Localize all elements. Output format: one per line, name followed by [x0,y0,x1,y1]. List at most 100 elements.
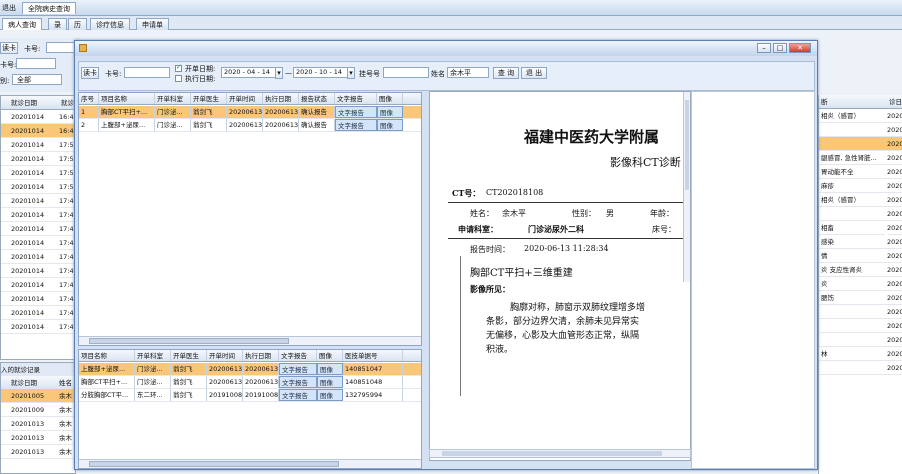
text-report-link[interactable]: 文字报告 [335,119,377,131]
exam-grid-col-header[interactable]: 文字报告 [335,93,377,104]
bg-visit-row[interactable]: 20201014 17:5 [1,152,75,166]
window-title-bar[interactable]: – □ ✕ [75,41,817,56]
image-link[interactable]: 图像 [377,106,403,118]
exam-grid-row[interactable]: 1 胸部CT平扫+... 门诊泌... 翁剑飞 20200613 20200613 确认报告… [79,106,421,119]
bg-visit-row[interactable]: 20201014 17:4 [1,250,75,264]
date-to-dropdown-icon[interactable]: ▾ [347,67,355,79]
text-report-link[interactable]: 文字报告 [279,389,317,401]
exit-menu-item[interactable]: 退出 [2,3,16,13]
exam-grid-scroll-thumb[interactable] [89,338,289,344]
bg-diag-row[interactable]: 麻疹 2020 [819,179,902,193]
bg-diag-row[interactable]: 2020 [819,305,902,319]
exam-grid-col-header[interactable]: 报告状态 [299,93,335,104]
tab-application-form[interactable]: 申请单 [136,18,169,30]
bg-diag-row[interactable]: 炎 支应性肾炎 2020 [819,263,902,277]
bg-visit-row[interactable]: 20201014 17:5 [1,166,75,180]
bg-diag-row[interactable]: 腮饬 2020 [819,291,902,305]
maximize-icon[interactable]: □ [773,43,787,53]
history-grid-row[interactable]: 分肢胸部CT平... 东二环... 翁剑飞 20191008 20191008 文字报告图… [79,389,421,402]
history-grid-scroll-thumb[interactable] [89,461,339,467]
image-link[interactable]: 图像 [317,363,343,375]
bg-diag-row[interactable]: 龈感冒, 急性肾脏... 2020 [819,151,902,165]
history-grid-col-header[interactable]: 开单时间 [207,350,243,361]
bg-diag-row[interactable]: 2020 [819,123,902,137]
reg-no-input[interactable] [383,67,429,78]
history-grid-col-header[interactable]: 开单医生 [171,350,207,361]
report-hscrollbar[interactable] [429,449,691,458]
image-link[interactable]: 图像 [317,389,343,401]
start-date-checkbox[interactable] [175,63,182,72]
minimize-icon[interactable]: – [757,43,771,53]
bg-visit-row[interactable]: 20201014 17:4 [1,236,75,250]
bg-visit-row[interactable]: 20201014 16:4 [1,110,75,124]
date-from-input[interactable]: 2020 - 04 - 14 [221,67,281,78]
bg-visit-row[interactable]: 20201014 17:4 [1,320,75,334]
bg-diag-row[interactable]: 相炎（感冒） 2020 [819,109,902,123]
query-button[interactable]: 查 询 [493,67,519,79]
history-grid-col-header[interactable]: 图像 [317,350,343,361]
image-link[interactable]: 图像 [317,376,343,388]
read-card-button[interactable]: 读卡 [81,67,99,79]
bg-list2-row[interactable]: 20201013 余木 [1,445,75,459]
bg-diag-row[interactable]: 2020 [819,333,902,347]
name-input[interactable]: 余木平 [447,67,489,78]
exam-grid-col-header[interactable]: 项目名称 [99,93,155,104]
exam-grid-col-header[interactable]: 序号 [79,93,99,104]
history-grid-col-header[interactable]: 项目名称 [79,350,135,361]
bg-list2-row[interactable]: 20201009 余木 [1,403,75,417]
bg-visit-row[interactable]: 20201014 17:4 [1,194,75,208]
bg-read-card-button[interactable]: 读卡 [0,42,18,54]
exec-date-checkbox[interactable] [175,75,182,82]
bg-diag-row[interactable]: 2020 [819,319,902,333]
tab-hospital-history-query[interactable]: 全院病史查询 [22,2,76,14]
tab-patient-query[interactable]: 病人查询 [2,18,42,30]
bg-visit-row[interactable]: 20201014 17:4 [1,264,75,278]
bg-visit-row[interactable]: 20201014 17:4 [1,208,75,222]
image-link[interactable]: 图像 [377,119,403,131]
exam-grid-col-header[interactable]: 图像 [377,93,403,104]
bg-list2-row[interactable]: 20201013 余木 [1,417,75,431]
chevron-right-icon[interactable]: › [870,215,900,255]
history-grid-col-header[interactable]: 开单科室 [135,350,171,361]
history-grid-hscrollbar[interactable] [79,459,421,468]
history-grid-col-header[interactable]: 执行日期 [243,350,279,361]
text-report-link[interactable]: 文字报告 [279,363,317,375]
bg-visit-row[interactable]: 20201014 17:4 [1,278,75,292]
history-grid-row[interactable]: 胸部CT平扫+... 门诊泌... 翁剑飞 20200613 20200613 文字报告图… [79,376,421,389]
history-grid-col-header[interactable]: 文字报告 [279,350,317,361]
report-hscroll-thumb[interactable] [442,451,662,456]
bg-all-select[interactable]: 全部 [12,74,62,85]
bg-visit-row[interactable]: 20201014 16:4 [1,124,75,138]
text-report-link[interactable]: 文字报告 [335,106,377,118]
bg-visit-row[interactable]: 20201014 17:5 [1,138,75,152]
bg-list2-row[interactable]: 20201013 余木 [1,431,75,445]
date-from-dropdown-icon[interactable]: ▾ [275,67,283,79]
exam-grid-col-header[interactable]: 执行日期 [263,93,299,104]
bg-diag-row[interactable]: 炎 2020 [819,277,902,291]
bg-visit-row[interactable]: 20201014 17:5 [1,180,75,194]
bg-diag-row[interactable]: 相炎（感冒） 2020 [819,193,902,207]
history-grid-row[interactable]: 上腹部+泌尿... 门诊泌... 翁剑飞 20200613 20200613 文字报告 图像… [79,363,421,376]
bg-diag-row[interactable]: 2020 [819,137,902,151]
bg-card-no-input[interactable] [46,42,76,53]
exam-grid-col-header[interactable]: 开单科室 [155,93,191,104]
bg-diag-row[interactable]: 林 2020 [819,347,902,361]
bg-visit-row[interactable]: 20201014 17:4 [1,292,75,306]
tab-history[interactable]: 历 [68,18,87,30]
tab-record[interactable]: 录 [48,18,67,30]
exam-grid-hscrollbar[interactable] [79,336,421,345]
tab-treatment-info[interactable]: 诊疗信息 [90,18,130,30]
exam-grid-col-header[interactable]: 开单医生 [191,93,227,104]
report-scroll-thumb[interactable] [685,100,689,190]
bg-id-input[interactable] [16,58,56,69]
date-to-input[interactable]: 2020 - 10 - 14 [293,67,353,78]
bg-visit-row[interactable]: 20201014 17:4 [1,222,75,236]
exam-grid-row[interactable]: 2 上腹部+泌尿... 门诊泌... 翁剑飞 20200613 20200613 确认报告文… [79,119,421,132]
card-no-input[interactable] [124,67,170,78]
bg-visit-row[interactable]: 20201014 17:4 [1,306,75,320]
bg-list2-row[interactable]: 20201005 余木 [1,389,75,403]
report-vscrollbar[interactable] [683,92,690,282]
bg-diag-row[interactable]: 2020 [819,361,902,375]
bg-diag-row[interactable]: 胃动能不全 2020 [819,165,902,179]
close-icon[interactable]: ✕ [789,43,811,53]
